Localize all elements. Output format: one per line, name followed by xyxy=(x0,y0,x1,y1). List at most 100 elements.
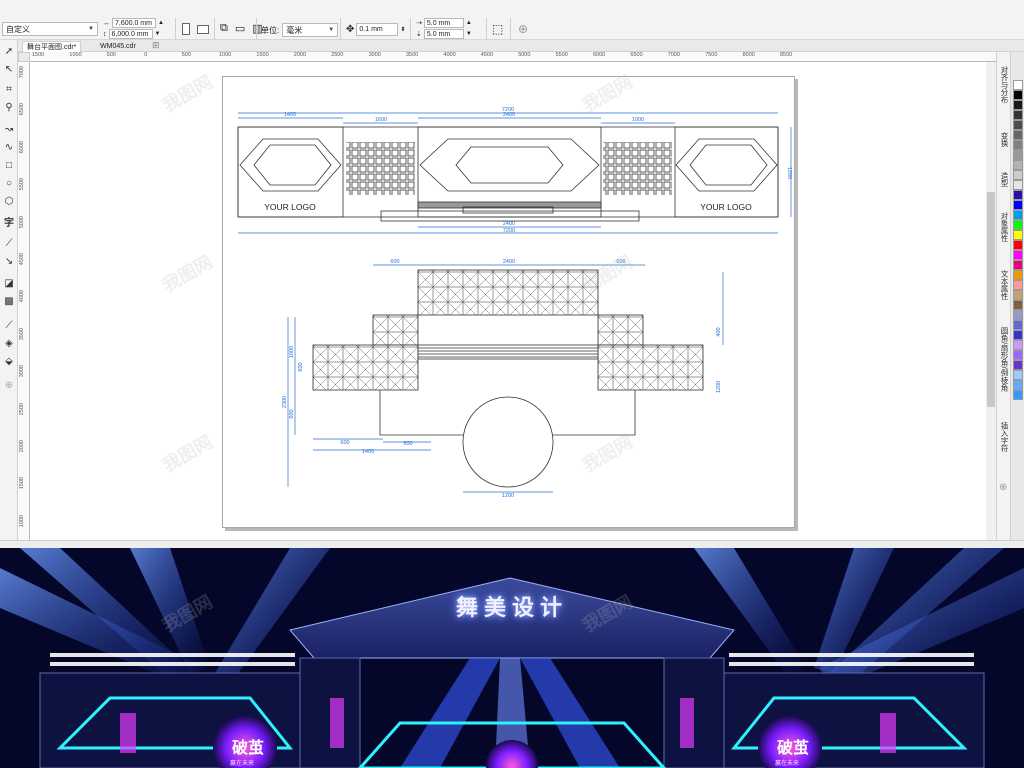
pick-tool-icon[interactable]: ➚ xyxy=(3,46,15,58)
color-swatch[interactable] xyxy=(1013,240,1023,250)
color-swatch[interactable] xyxy=(1013,350,1023,360)
landscape-icon[interactable] xyxy=(197,24,209,34)
add-tool-icon[interactable]: ⊕ xyxy=(3,380,15,392)
page-width-field[interactable]: 7,600.0 mm xyxy=(112,18,156,28)
units-dropdown[interactable]: 毫米 ▼ xyxy=(282,23,339,37)
color-swatch[interactable] xyxy=(1013,320,1023,330)
polygon-tool-icon[interactable]: ⬡ xyxy=(3,196,15,208)
page[interactable]: 7200 1400 1600 2400 1000 1200 2400 7200 xyxy=(222,76,795,528)
color-swatch[interactable] xyxy=(1013,120,1023,130)
ruler-origin[interactable] xyxy=(18,52,30,62)
color-swatch[interactable] xyxy=(1013,100,1023,110)
page-height-field[interactable]: 6,000.0 mm xyxy=(108,29,153,39)
tab-stage-plan[interactable]: 舞台平面图.cdr* xyxy=(22,41,82,52)
docker-tab-align[interactable]: 对齐与分布 xyxy=(998,66,1010,104)
color-swatch[interactable] xyxy=(1013,210,1023,220)
add-docker-icon[interactable]: ⊕ xyxy=(999,482,1007,493)
docker-tab-fillet[interactable]: 圆角/扇形角/倒棱角 xyxy=(998,327,1010,391)
drawing-canvas[interactable]: 7200 1400 1600 2400 1000 1200 2400 7200 xyxy=(30,62,996,540)
add-icon[interactable]: ⊕ xyxy=(518,22,528,36)
dup-y-spinner-icon[interactable]: ▼ xyxy=(466,31,472,37)
color-swatch[interactable] xyxy=(1013,150,1023,160)
current-page-icon[interactable]: ▭ xyxy=(235,22,245,35)
color-swatch[interactable] xyxy=(1013,300,1023,310)
color-swatch[interactable] xyxy=(1013,80,1023,90)
dup-y-icon: ⇣ xyxy=(416,31,422,38)
duplicate-x-field[interactable]: 5.0 mm xyxy=(423,18,464,28)
plan-dim-left-outer: 2300 xyxy=(282,396,288,408)
color-swatch[interactable] xyxy=(1013,330,1023,340)
docker-tab-insert-char[interactable]: 插入字符 xyxy=(998,422,1010,452)
color-swatch[interactable] xyxy=(1013,220,1023,230)
fill-icon[interactable]: ◈ xyxy=(3,338,15,350)
color-swatch[interactable] xyxy=(1013,270,1023,280)
all-pages-icon[interactable]: ⧉ xyxy=(220,22,228,35)
add-tab-icon[interactable]: ⊞ xyxy=(152,40,160,51)
smart-fill-icon[interactable]: ⬙ xyxy=(3,356,15,368)
ellipse-tool-icon[interactable]: ○ xyxy=(3,178,15,190)
nudge-spinner-icon[interactable]: ⬍ xyxy=(400,26,405,33)
connector-tool-icon[interactable]: ↘ xyxy=(3,256,15,268)
color-swatch[interactable] xyxy=(1013,340,1023,350)
color-swatch[interactable] xyxy=(1013,310,1023,320)
color-swatch[interactable] xyxy=(1013,90,1023,100)
docker-tab-object-props[interactable]: 对象属性 xyxy=(998,212,1010,242)
zoom-tool-icon[interactable]: ⚲ xyxy=(3,102,15,114)
freehand-tool-icon[interactable]: ↝ xyxy=(3,124,15,136)
color-swatch[interactable] xyxy=(1013,290,1023,300)
vertical-ruler[interactable]: 7000 6500 6000 5500 5000 4500 4000 3500 3000 2500… xyxy=(18,62,30,540)
artistic-media-icon[interactable]: ∿ xyxy=(3,142,15,154)
tab-wm045[interactable]: WM045.cdr xyxy=(96,41,140,52)
height-spinner-icon[interactable]: ▼ xyxy=(155,31,161,37)
shape-tool-icon[interactable]: ↖ xyxy=(3,64,15,76)
width-icon: ↔ xyxy=(103,19,110,27)
eyedropper-icon[interactable]: ⟋ xyxy=(3,320,15,332)
scrollbar-thumb[interactable] xyxy=(987,192,995,407)
horizontal-ruler[interactable]: 1500 1000 500 0 500 1000 1500 2000 2500 3000 3500 4… xyxy=(30,52,996,62)
plan-dim-right: 1200 xyxy=(716,381,722,393)
color-swatch[interactable] xyxy=(1013,140,1023,150)
transparency-icon[interactable]: ▩ xyxy=(3,296,15,308)
color-swatch[interactable] xyxy=(1013,390,1023,400)
dimension-tool-icon[interactable]: ⟋ xyxy=(3,238,15,250)
ruler-tick-label: 6500 xyxy=(19,103,25,116)
color-swatch[interactable] xyxy=(1013,380,1023,390)
page-border-icon[interactable]: ⬚ xyxy=(492,22,503,36)
color-swatch[interactable] xyxy=(1013,130,1023,140)
vertical-scrollbar[interactable] xyxy=(986,62,996,540)
color-swatch[interactable] xyxy=(1013,360,1023,370)
page-preset-dropdown[interactable]: 自定义 ▼ xyxy=(2,22,98,36)
logo-right-text: YOUR LOGO xyxy=(700,202,752,212)
ruler-tick-label: 4000 xyxy=(19,290,25,303)
dim-center: 2400 xyxy=(503,112,515,118)
ruler-tick-label: 5000 xyxy=(19,215,25,228)
drop-shadow-icon[interactable]: ◪ xyxy=(3,278,15,290)
width-spinner-icon[interactable]: ▲ xyxy=(158,20,164,26)
dup-x-spinner-icon[interactable]: ▲ xyxy=(466,20,472,26)
color-swatch[interactable] xyxy=(1013,160,1023,170)
color-swatch[interactable] xyxy=(1013,170,1023,180)
color-swatch[interactable] xyxy=(1013,230,1023,240)
ruler-tick-label: 6500 xyxy=(630,52,643,58)
crop-tool-icon[interactable]: ⌗ xyxy=(3,84,15,96)
ruler-tick-label: 5500 xyxy=(19,178,25,191)
docker-tab-shaping[interactable]: 造型 xyxy=(998,172,1010,187)
docker-tab-text-props[interactable]: 文本属性 xyxy=(998,270,1010,300)
color-swatch[interactable] xyxy=(1013,180,1023,190)
stage-render-art: 破茧 破茧 赢在未来 赢在未来 xyxy=(0,548,1024,768)
color-swatch[interactable] xyxy=(1013,370,1023,380)
color-swatch[interactable] xyxy=(1013,280,1023,290)
docker-tab-transform[interactable]: 变换 xyxy=(998,132,1010,147)
color-swatch[interactable] xyxy=(1013,260,1023,270)
nudge-field[interactable]: 0.1 mm xyxy=(356,23,399,36)
portrait-icon[interactable] xyxy=(182,23,190,35)
color-swatch[interactable] xyxy=(1013,110,1023,120)
ruler-tick-label: 4500 xyxy=(480,52,494,58)
color-swatch[interactable] xyxy=(1013,200,1023,210)
duplicate-y-field[interactable]: 5.0 mm xyxy=(423,29,464,39)
rectangle-tool-icon[interactable]: □ xyxy=(3,160,15,172)
text-tool-icon[interactable]: 字 xyxy=(3,218,15,230)
plan-dim-left-3: 600 xyxy=(289,409,295,418)
color-swatch[interactable] xyxy=(1013,250,1023,260)
color-swatch[interactable] xyxy=(1013,190,1023,200)
